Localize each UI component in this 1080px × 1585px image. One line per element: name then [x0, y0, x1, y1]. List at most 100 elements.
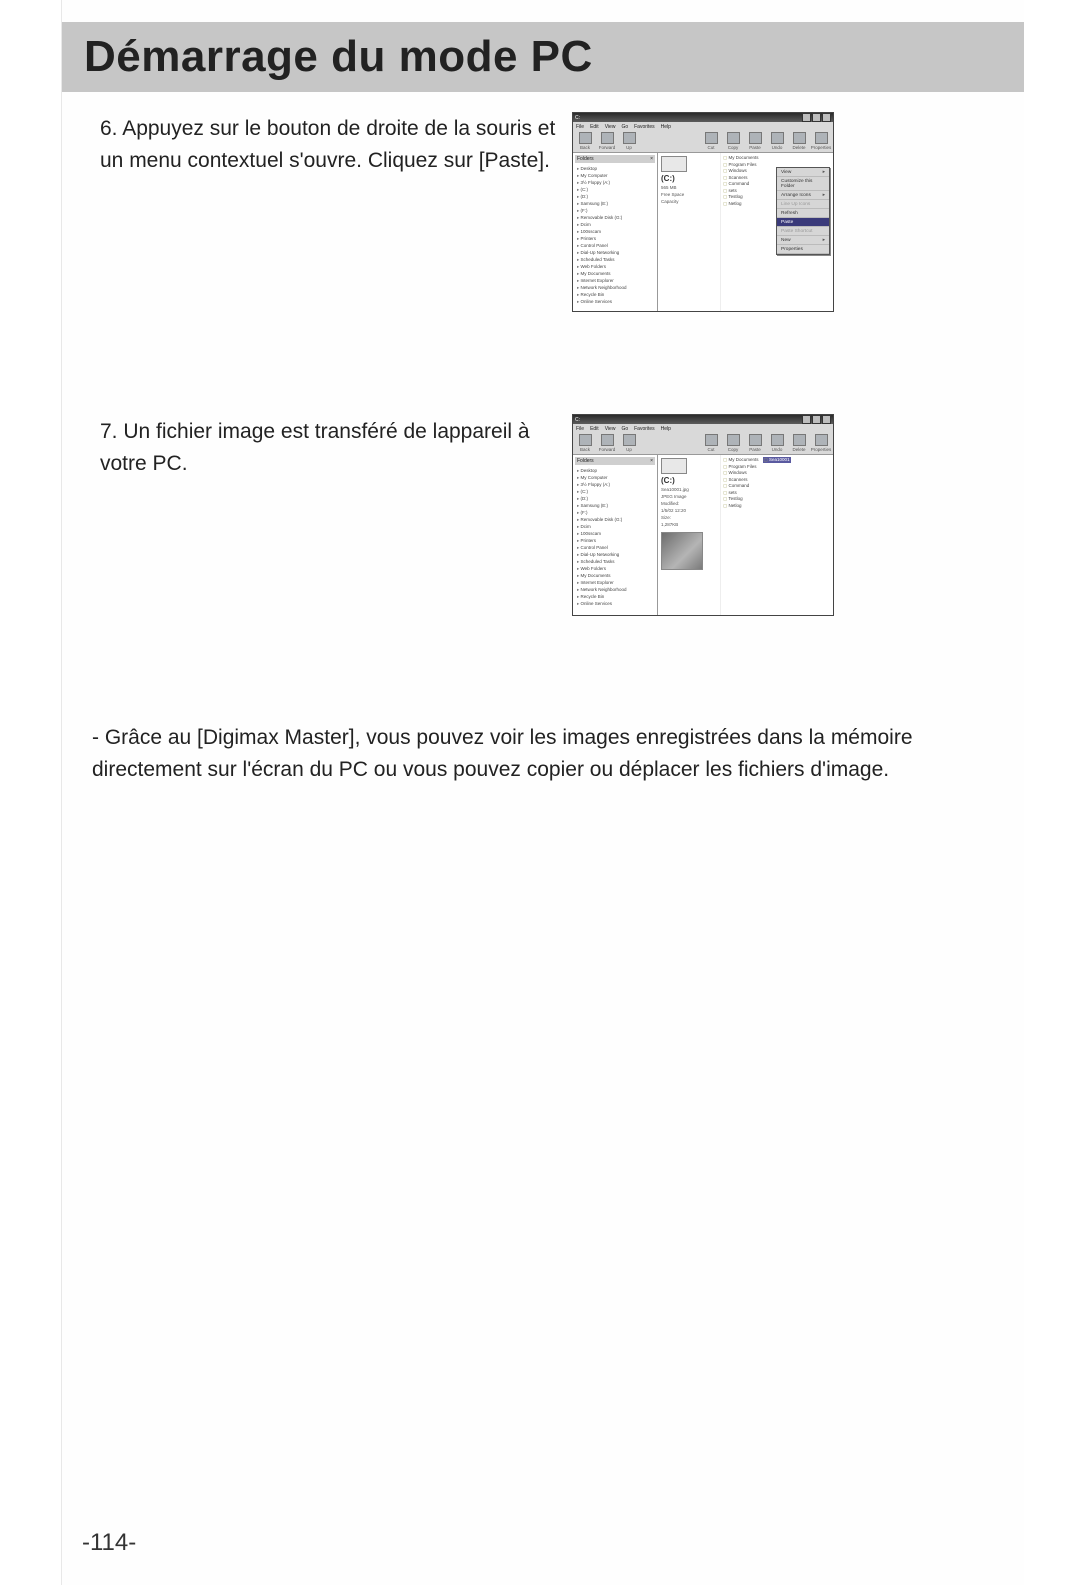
up-icon [623, 132, 636, 144]
tree-item: (F:) [577, 509, 655, 516]
tree-item: Desktop [577, 467, 655, 474]
menu-file: File [576, 426, 584, 432]
titlebar: C: [573, 113, 833, 122]
file-list-pane: My Documents Program Files Windows Scann… [721, 153, 833, 311]
cut-icon [705, 132, 718, 144]
step-7-block: 7. Un fichier image est transféré de lap… [92, 416, 1002, 480]
tree-item: Removable Disk (G:) [577, 214, 655, 221]
file-columns: My Documents Program Files Windows Scann… [723, 457, 831, 509]
file-item: My Documents [723, 457, 759, 463]
menubar: File Edit View Go Favorites Help [573, 424, 833, 433]
tree-item: Internet Explorer [577, 277, 655, 284]
file-column-1: My Documents Program Files Windows Scann… [723, 457, 759, 509]
file-item-selected: Sea10001 [763, 457, 791, 463]
undo-icon [771, 132, 784, 144]
image-thumbnail [661, 532, 703, 570]
tree-item: Internet Explorer [577, 579, 655, 586]
folder-tree-pane: Folders× Desktop My Computer 3½ Floppy (… [573, 153, 658, 311]
drive-label: (C:) [661, 476, 675, 485]
tree-item: Dcim [577, 221, 655, 228]
copy-button: Copy [724, 434, 742, 453]
drive-capacity-label: Capacity [661, 199, 679, 204]
close-icon [822, 415, 831, 424]
context-menu-paste: Paste [777, 218, 829, 227]
modified-label: Modified: [661, 501, 679, 506]
paste-button: Paste [746, 434, 764, 453]
close-icon [822, 113, 831, 122]
tree-item: Online Services [577, 298, 655, 305]
undo-button: Undo [768, 434, 786, 453]
up-button: Up [620, 434, 638, 453]
forward-icon [601, 132, 614, 144]
explorer-window-transferred: C: File Edit View Go Favorites Help Back… [572, 414, 834, 616]
tree-item: My Documents [577, 572, 655, 579]
delete-icon [793, 434, 806, 446]
back-button: Back [576, 434, 594, 453]
undo-button: Undo [768, 132, 786, 151]
copy-button: Copy [724, 132, 742, 151]
context-menu-paste-shortcut: Paste Shortcut [777, 227, 829, 236]
folder-tree: Desktop My Computer 3½ Floppy (A:) (C:) … [575, 467, 655, 607]
size-value: 1,287KB [661, 522, 678, 527]
file-column-2: Sea10001 [763, 457, 791, 509]
modified-value: 1/5/02 12:20 [661, 508, 686, 513]
menu-help: Help [661, 124, 671, 130]
file-item: sets [723, 490, 759, 496]
step-7-text: 7. Un fichier image est transféré de lap… [100, 416, 570, 480]
titlebar-text: C: [575, 115, 580, 121]
window-controls [802, 113, 831, 122]
page-title-band: Démarrage du mode PC [62, 22, 1024, 92]
drive-free-label: Free Space [661, 192, 684, 197]
delete-button: Delete [790, 132, 808, 151]
drive-label: (C:) [661, 174, 675, 183]
tree-item: Recycle Bin [577, 291, 655, 298]
minimize-icon [802, 415, 811, 424]
context-menu-refresh: Refresh [777, 209, 829, 218]
image-info-pane: (C:) Sea10001.jpg JPEG Image Modified: 1… [658, 455, 721, 615]
explorer-body: Folders× Desktop My Computer 3½ Floppy (… [573, 455, 833, 615]
menu-help: Help [661, 426, 671, 432]
forward-icon [601, 434, 614, 446]
context-menu: View▸ Customize this Folder Arrange Icon… [776, 167, 830, 255]
menu-edit: Edit [590, 426, 599, 432]
tree-item: Web Folders [577, 263, 655, 270]
tree-item: (D:) [577, 495, 655, 502]
toolbar: Back Forward Up Cut Copy Paste Undo Dele… [573, 433, 833, 455]
tree-item: (C:) [577, 186, 655, 193]
explorer-body: Folders× Desktop My Computer 3½ Floppy (… [573, 153, 833, 311]
tree-item: 3½ Floppy (A:) [577, 481, 655, 488]
context-menu-view: View▸ [777, 168, 829, 177]
tree-item: 3½ Floppy (A:) [577, 179, 655, 186]
image-type: JPEG Image [661, 494, 687, 499]
menu-favorites: Favorites [634, 426, 655, 432]
file-item: Testlog [723, 496, 759, 502]
page-number: -114- [82, 1529, 136, 1557]
drive-icon [661, 458, 687, 474]
tree-item: Printers [577, 537, 655, 544]
menubar: File Edit View Go Favorites Help [573, 122, 833, 131]
toolbar: Back Forward Up Cut Copy Paste Undo Dele… [573, 131, 833, 153]
context-menu-new: New▸ [777, 236, 829, 245]
context-menu-arrange: Arrange Icons▸ [777, 191, 829, 200]
window-controls [802, 415, 831, 424]
file-item: My Documents [723, 155, 831, 161]
context-menu-customize: Customize this Folder [777, 177, 829, 191]
file-item: Windows [723, 470, 759, 476]
tree-item: Removable Disk (G:) [577, 516, 655, 523]
tree-item: Online Services [577, 600, 655, 607]
maximize-icon [812, 415, 821, 424]
titlebar: C: [573, 415, 833, 424]
minimize-icon [802, 113, 811, 122]
context-menu-properties: Properties [777, 245, 829, 254]
tree-item: Scheduled Tasks [577, 256, 655, 263]
toolbar-nav-group: Back Forward Up [576, 132, 638, 151]
back-button: Back [576, 132, 594, 151]
up-button: Up [620, 132, 638, 151]
tree-item: Desktop [577, 165, 655, 172]
menu-view: View [605, 124, 616, 130]
tree-item: Recycle Bin [577, 593, 655, 600]
document-page: Démarrage du mode PC 6. Appuyez sur le b… [0, 0, 1080, 1585]
step-6-text: 6. Appuyez sur le bouton de droite de la… [100, 113, 560, 177]
context-menu-lineup: Line Up Icons [777, 200, 829, 209]
properties-button: Properties [812, 434, 830, 453]
